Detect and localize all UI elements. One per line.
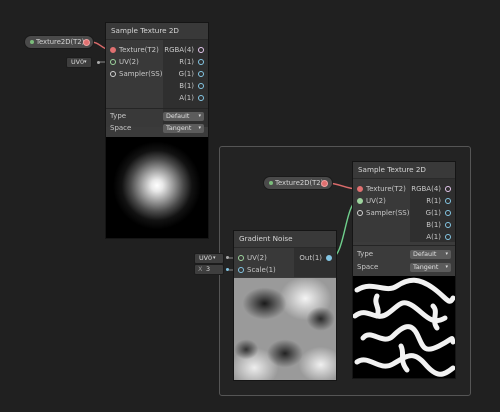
preview-radial-gradient (106, 137, 208, 238)
uv-port-icon (357, 198, 363, 204)
preview-noise-pattern (353, 276, 455, 378)
port-label: R(1) (179, 58, 194, 66)
port-label: A(1) (426, 233, 441, 241)
sample-texture-2d-node-top[interactable]: Sample Texture 2D Texture(T2) UV(2) Samp… (106, 23, 208, 238)
scale-port-icon (238, 267, 244, 273)
type-value: Default (166, 112, 190, 120)
scale-value[interactable]: 3 (206, 265, 210, 274)
type-dropdown[interactable]: Default ▾ (410, 250, 451, 259)
type-value: Default (413, 250, 437, 258)
divider (353, 245, 455, 246)
chevron-down-icon: ▾ (445, 251, 448, 257)
texture-output-port[interactable] (321, 179, 328, 187)
property-dot-icon (269, 181, 273, 185)
node-title: Sample Texture 2D (106, 23, 208, 40)
texture-port-icon (357, 186, 363, 192)
port-label: G(1) (425, 209, 441, 217)
port-label: A(1) (179, 94, 194, 102)
preview-gradient-noise (234, 278, 336, 380)
space-value: Tangent (413, 263, 439, 271)
b-port-icon (198, 83, 204, 89)
port-label: B(1) (179, 82, 194, 90)
chevron-down-icon: ▾ (445, 264, 448, 270)
chevron-down-icon: ▾ (198, 125, 201, 131)
r-port-icon (445, 198, 451, 204)
g-port-icon (445, 210, 451, 216)
space-label: Space (110, 124, 132, 132)
port-label: UV(2) (247, 254, 267, 262)
g-port-icon (198, 71, 204, 77)
b-port-icon (445, 222, 451, 228)
port-label: UV(2) (119, 58, 139, 66)
out-port-icon (326, 255, 332, 261)
texture-port-icon (110, 47, 116, 53)
node-title: Sample Texture 2D (353, 162, 455, 179)
port-label: Texture(T2) (366, 185, 406, 193)
rgba-port-icon (445, 186, 451, 192)
uv-inline-port-icon (226, 256, 229, 259)
sampler-port-icon (357, 210, 363, 216)
port-label: R(1) (426, 197, 441, 205)
port-label: Scale(1) (247, 266, 276, 274)
port-label: Out(1) (299, 254, 322, 262)
port-label: Sampler(SS) (366, 209, 410, 217)
uv-inline-dropdown-noise[interactable]: UV0 ▾ (195, 254, 223, 263)
chevron-down-icon: ▾ (213, 255, 216, 261)
space-value: Tangent (166, 124, 192, 132)
property-label: Texture2D(T2) (36, 38, 85, 46)
type-dropdown[interactable]: Default ▾ (163, 112, 204, 121)
type-label: Type (110, 112, 127, 120)
input-ports: Texture(T2) UV(2) Sampler(SS) (353, 179, 410, 242)
uv-inline-value: UV0 (199, 254, 213, 262)
uv-port-icon (238, 255, 244, 261)
port-label: G(1) (178, 70, 194, 78)
output-ports: Out(1) (294, 248, 336, 277)
scale-inline-field[interactable]: X 3 (195, 265, 223, 274)
output-ports: RGBA(4) R(1) G(1) B(1) A(1) (410, 179, 455, 242)
port-label: Texture(T2) (119, 46, 159, 54)
texture2d-property-node-group[interactable]: Texture2D(T2) (264, 177, 332, 189)
sampler-port-icon (110, 71, 116, 77)
r-port-icon (198, 59, 204, 65)
uv-inline-dropdown[interactable]: UV0 ▾ (67, 58, 91, 67)
space-dropdown[interactable]: Tangent ▾ (163, 124, 204, 133)
port-label: RGBA(4) (411, 185, 441, 193)
port-label: B(1) (426, 221, 441, 229)
space-label: Space (357, 263, 379, 271)
uv-inline-port-icon (97, 61, 100, 64)
chevron-down-icon: ▾ (84, 59, 87, 65)
property-dot-icon (30, 40, 34, 44)
property-label: Texture2D(T2) (275, 179, 324, 187)
node-title: Gradient Noise (234, 231, 336, 248)
scale-axis-label: X (198, 265, 203, 273)
texture2d-property-node[interactable]: Texture2D(T2) (25, 36, 93, 48)
space-dropdown[interactable]: Tangent ▾ (410, 263, 451, 272)
rgba-port-icon (198, 47, 204, 53)
uv-port-icon (110, 59, 116, 65)
chevron-down-icon: ▾ (198, 113, 201, 119)
gradient-noise-node[interactable]: Gradient Noise UV(2) Scale(1) Out(1) (234, 231, 336, 380)
uv-inline-value: UV0 (71, 58, 85, 66)
input-ports: UV(2) Scale(1) (234, 248, 294, 277)
texture-output-port[interactable] (83, 38, 90, 46)
a-port-icon (445, 234, 451, 240)
port-label: RGBA(4) (164, 46, 194, 54)
scale-inline-port-icon (226, 268, 229, 271)
port-label: Sampler(SS) (119, 70, 163, 78)
port-label: UV(2) (366, 197, 386, 205)
a-port-icon (198, 95, 204, 101)
divider (106, 108, 208, 109)
type-label: Type (357, 250, 374, 258)
sample-texture-2d-node-group[interactable]: Sample Texture 2D Texture(T2) UV(2) Samp… (353, 162, 455, 378)
